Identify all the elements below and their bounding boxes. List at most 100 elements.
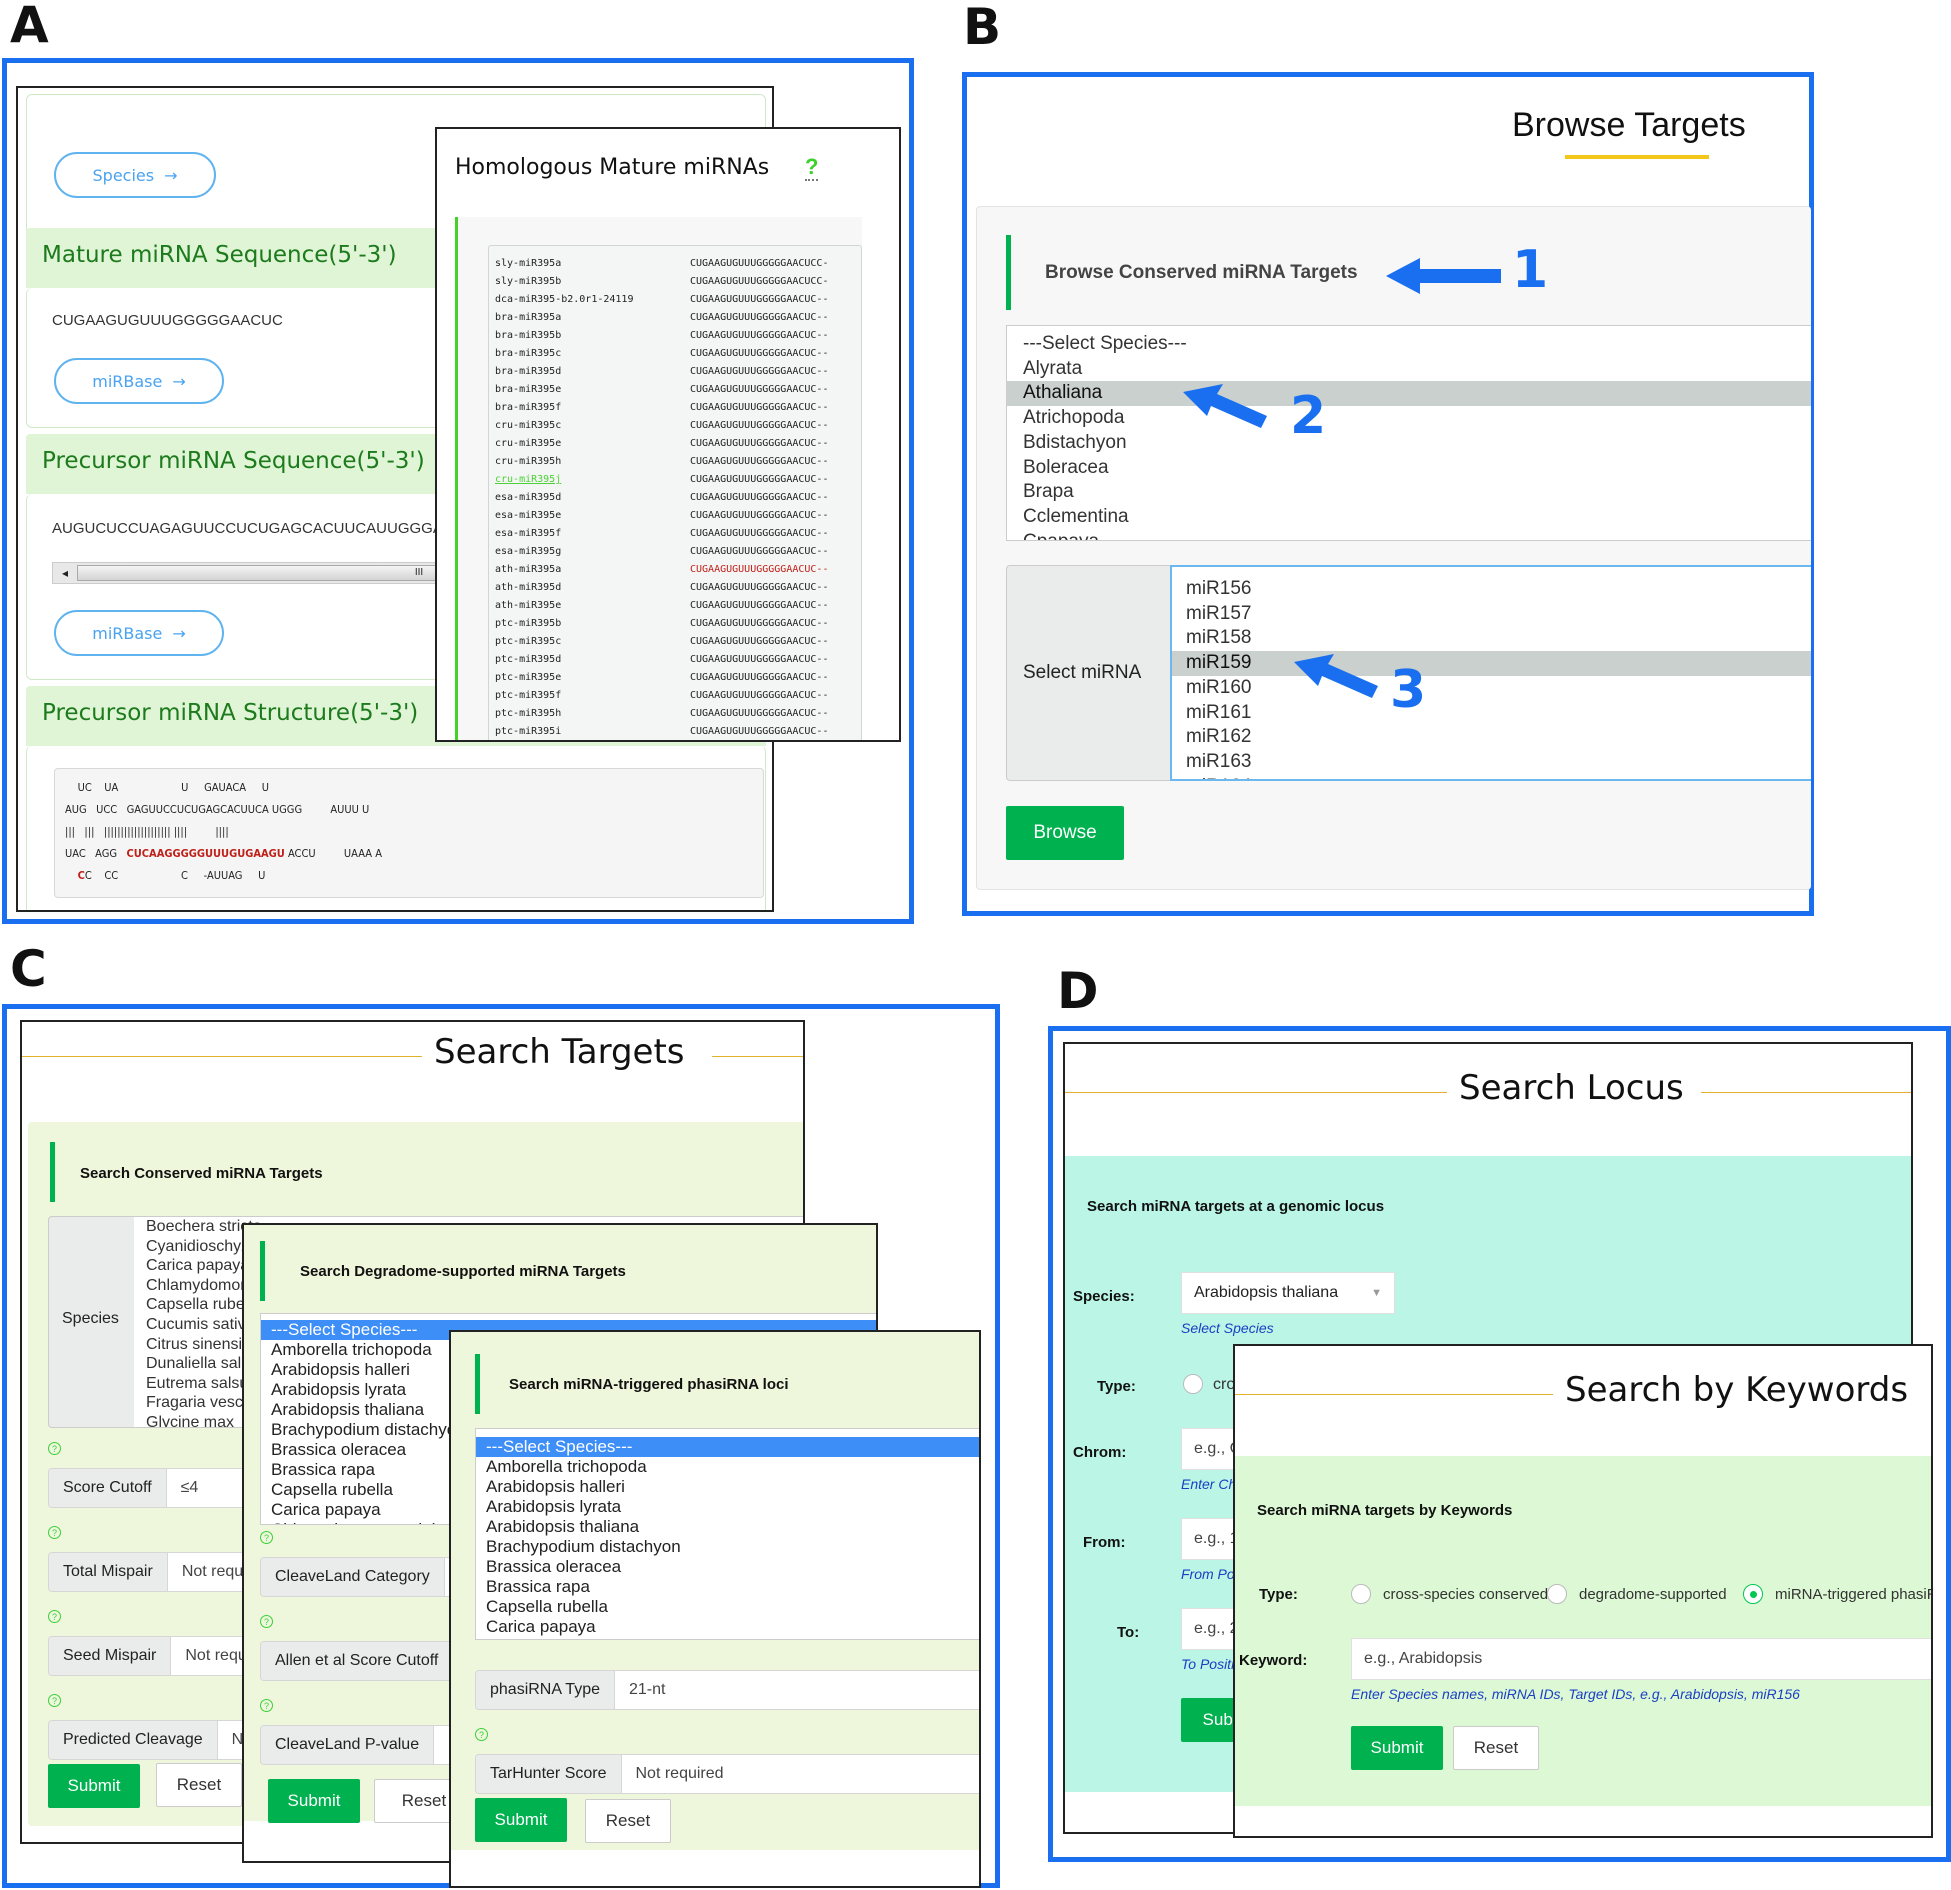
- homologous-row: ptc-miR395i CUGAAGUGUUUGGGGGAACUC--: [495, 723, 828, 740]
- species-option[interactable]: Arabidopsis lyrata: [476, 1497, 979, 1517]
- species-option[interactable]: Arabidopsis halleri: [476, 1477, 979, 1497]
- help-icon[interactable]: ?: [260, 1615, 273, 1628]
- mirbase-precursor-button[interactable]: miRBase →: [54, 610, 224, 656]
- submit-button[interactable]: Submit: [48, 1764, 140, 1808]
- panel-label-b: B: [963, 0, 1002, 56]
- species-option[interactable]: Boleracea: [1007, 456, 1811, 481]
- help-icon[interactable]: ?: [260, 1531, 273, 1544]
- help-icon[interactable]: ?: [48, 1442, 61, 1455]
- type-radio[interactable]: [1743, 1584, 1763, 1604]
- type-radio[interactable]: [1351, 1584, 1371, 1604]
- structure-line: AUG UCC GAGUUCCUCUGAGCACUUCA UGGG AUUU U: [65, 803, 370, 816]
- annotation-arrow-2: [1183, 384, 1267, 428]
- species-option[interactable]: Atrichopoda: [1007, 406, 1811, 431]
- species-option[interactable]: Amborella trichopoda: [476, 1457, 979, 1477]
- species-option[interactable]: Athaliana: [1007, 381, 1811, 407]
- homologous-row: cru-miR395c CUGAAGUGUUUGGGGGAACUC--: [495, 417, 828, 435]
- type-radio-conserved[interactable]: [1183, 1374, 1203, 1394]
- to-label: To:: [1117, 1624, 1140, 1641]
- mirna-sequence: CUGAAGUGUUUGGGGGAACUC--: [690, 456, 829, 467]
- mirna-name: cru-miR395c: [495, 420, 562, 431]
- mirbase-button[interactable]: miRBase →: [54, 358, 224, 404]
- species-button[interactable]: Species →: [54, 152, 216, 198]
- species-option[interactable]: Chlamydomonas reinhardtii: [476, 1637, 979, 1639]
- mirna-option[interactable]: miR156: [1172, 577, 1811, 602]
- keywords-heading: Search miRNA targets by Keywords: [1257, 1502, 1513, 1519]
- mirna-name: ptc-miR395d: [495, 654, 562, 665]
- mirna-name: ath-miR395d: [495, 582, 562, 593]
- mirna-option[interactable]: miR162: [1172, 725, 1811, 750]
- field-label: TarHunter Score: [476, 1755, 622, 1793]
- browse-section-heading: Browse Conserved miRNA Targets: [1045, 262, 1358, 283]
- mirna-option[interactable]: miR159: [1172, 651, 1811, 676]
- scroll-left-icon[interactable]: ◂: [53, 566, 77, 580]
- type-radio[interactable]: [1547, 1584, 1567, 1604]
- species-option[interactable]: Alyrata: [1007, 357, 1811, 382]
- species-option[interactable]: Brassica rapa: [476, 1577, 979, 1597]
- homologous-row: sly-miR395b CUGAAGUGUUUGGGGGAACUCC-: [495, 273, 828, 291]
- species-select-value: Arabidopsis thaliana: [1194, 1284, 1339, 1301]
- title-rule-right: [1701, 1092, 1911, 1093]
- reset-button[interactable]: Reset: [156, 1763, 242, 1807]
- species-option[interactable]: Brapa: [1007, 480, 1811, 505]
- species-option[interactable]: ---Select Species---: [476, 1437, 979, 1457]
- keyword-input[interactable]: e.g., Arabidopsis: [1351, 1638, 1931, 1680]
- submit-button[interactable]: Submit: [1351, 1726, 1443, 1770]
- mirna-sequence: CUGAAGUGUUUGGGGGAACUC--: [690, 708, 829, 719]
- species-option[interactable]: Capsella rubella: [476, 1597, 979, 1617]
- mirna-sequence: CUGAAGUGUUUGGGGGAACUC--: [690, 510, 829, 521]
- mirna-name: ath-miR395e: [495, 600, 562, 611]
- mirna-sequence: CUGAAGUGUUUGGGGGAACUC--: [690, 528, 829, 539]
- species-option[interactable]: Cclementina: [1007, 505, 1811, 530]
- species-option[interactable]: ---Select Species---: [1007, 332, 1811, 357]
- mirna-name: cru-miR395e: [495, 438, 562, 449]
- species-select[interactable]: Arabidopsis thaliana ▼: [1181, 1272, 1395, 1314]
- homologous-row: bra-miR395c CUGAAGUGUUUGGGGGAACUC--: [495, 345, 828, 363]
- reset-button[interactable]: Reset: [1453, 1726, 1539, 1770]
- submit-button[interactable]: Submit: [475, 1798, 567, 1842]
- reset-button[interactable]: Reset: [585, 1799, 671, 1843]
- species-option[interactable]: Brassica oleracea: [476, 1557, 979, 1577]
- annotation-number-1: 1: [1512, 240, 1549, 300]
- homologous-row: ptc-miR395h CUGAAGUGUUUGGGGGAACUC--: [495, 705, 828, 723]
- homologous-row: esa-miR395g CUGAAGUGUUUGGGGGAACUC--: [495, 543, 828, 561]
- help-icon[interactable]: ?: [475, 1728, 488, 1741]
- help-icon[interactable]: ?: [260, 1699, 273, 1712]
- homologous-row: cru-miR395j CUGAAGUGUUUGGGGGAACUC--: [495, 471, 828, 489]
- mirna-option[interactable]: miR158: [1172, 626, 1811, 651]
- help-icon[interactable]: ?: [48, 1610, 61, 1623]
- homologous-row: bra-miR395d CUGAAGUGUUUGGGGGAACUC--: [495, 363, 828, 381]
- mirna-name[interactable]: cru-miR395j: [495, 471, 690, 489]
- homologous-row: cru-miR395e CUGAAGUGUUUGGGGGAACUC--: [495, 435, 828, 453]
- species-option[interactable]: Carica papaya: [476, 1617, 979, 1637]
- field-label: Score Cutoff: [49, 1469, 167, 1507]
- help-icon[interactable]: ?: [48, 1526, 61, 1539]
- submit-button[interactable]: Submit: [268, 1779, 360, 1823]
- species-option[interactable]: Arabidopsis thaliana: [476, 1517, 979, 1537]
- mirna-option[interactable]: miR161: [1172, 701, 1811, 726]
- mirna-listbox[interactable]: miR156 miR157 miR158 miR159 miR160 miR161 miR1…: [1170, 565, 1811, 781]
- species-listbox[interactable]: ---Select Species--- Alyrata Athaliana Atri…: [1006, 325, 1811, 541]
- mirna-option[interactable]: miR164: [1172, 775, 1811, 779]
- mirna-sequence: CUGAAGUGUUUGGGGGAACUC--: [690, 654, 829, 665]
- species-label: Species:: [1073, 1288, 1135, 1305]
- species-listbox[interactable]: ---Select Species--- Amborella trichopoda…: [475, 1428, 979, 1640]
- title-rule-left: [1235, 1394, 1553, 1395]
- species-option[interactable]: Cpapaya: [1007, 530, 1811, 540]
- mirna-sequence: CUGAAGUGUUUGGGGGAACUC--: [690, 438, 829, 449]
- field-input[interactable]: Not required: [621, 1755, 979, 1793]
- field-label: CleaveLand P-value: [261, 1726, 435, 1764]
- species-option[interactable]: Brachypodium distachyon: [476, 1537, 979, 1557]
- mirna-option[interactable]: miR160: [1172, 676, 1811, 701]
- help-icon[interactable]: ?: [48, 1694, 61, 1707]
- type-option-label: miRNA-triggered phasiRNA loci: [1775, 1586, 1931, 1603]
- browse-button[interactable]: Browse: [1006, 806, 1124, 860]
- title-rule-left: [22, 1056, 422, 1057]
- help-icon[interactable]: ?: [805, 155, 819, 181]
- mirna-option[interactable]: miR157: [1172, 602, 1811, 627]
- homologous-row: esa-miR395d CUGAAGUGUUUGGGGGAACUC--: [495, 489, 828, 507]
- field-input[interactable]: 21-nt: [615, 1671, 979, 1709]
- mirna-option[interactable]: miR163: [1172, 750, 1811, 775]
- species-option[interactable]: Bdistachyon: [1007, 431, 1811, 456]
- homologous-row: ptc-miR395c CUGAAGUGUUUGGGGGAACUC--: [495, 633, 828, 651]
